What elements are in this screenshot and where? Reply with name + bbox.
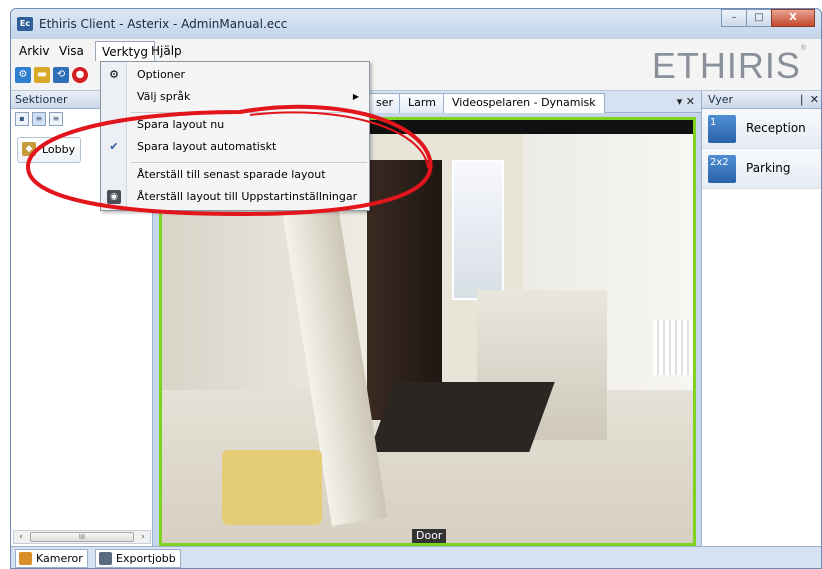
menu-item-label: Återställ layout till Uppstartinställnin… bbox=[137, 190, 358, 203]
views-panel-controls[interactable]: ❘ ✕ bbox=[797, 91, 819, 109]
video-scene-rug bbox=[369, 382, 555, 452]
views-panel: Vyer ❘ ✕ 1 Reception 2x2 Parking bbox=[701, 91, 821, 546]
scroll-right-icon[interactable]: › bbox=[136, 531, 150, 543]
section-item-lobby[interactable]: ◆ Lobby bbox=[17, 137, 81, 163]
gear-icon: ⚙ bbox=[109, 68, 119, 81]
menu-item-aterstall-senast[interactable]: Återställ till senast sparade layout bbox=[101, 164, 369, 186]
section-icon: ◆ bbox=[22, 142, 36, 156]
view-item-label: Parking bbox=[746, 161, 791, 175]
tree-view-icon[interactable]: ▪ bbox=[15, 112, 29, 126]
tab-controls[interactable]: ▾ ✕ bbox=[677, 95, 695, 108]
video-scene-chair bbox=[222, 450, 322, 525]
settings-icon[interactable]: ⚙ bbox=[15, 67, 31, 83]
menu-item-label: Spara layout automatiskt bbox=[137, 140, 277, 153]
camera-caption: Door bbox=[412, 529, 447, 543]
menu-separator bbox=[131, 112, 367, 113]
tab-kameror-label: Kameror bbox=[36, 552, 83, 565]
tab-larm[interactable]: Larm bbox=[399, 93, 445, 113]
view-item-reception[interactable]: 1 Reception bbox=[702, 109, 821, 149]
scroll-left-icon[interactable]: ‹ bbox=[14, 531, 28, 543]
maximize-button[interactable]: □ bbox=[746, 9, 772, 27]
menu-item-spara-layout-nu[interactable]: Spara layout nu bbox=[101, 114, 369, 136]
menu-item-label: Återställ till senast sparade layout bbox=[137, 168, 326, 181]
video-scene-radiator bbox=[653, 320, 693, 375]
folder-icon[interactable]: ▬ bbox=[34, 67, 50, 83]
camera-icon bbox=[19, 552, 32, 565]
minimize-button[interactable]: – bbox=[721, 9, 747, 27]
video-scene-door bbox=[367, 160, 442, 420]
video-scene-window bbox=[452, 160, 504, 300]
grid-view-icon: 2x2 bbox=[708, 155, 736, 183]
views-panel-header: Vyer ❘ ✕ bbox=[702, 91, 821, 109]
close-button[interactable]: X bbox=[771, 9, 815, 27]
scrollbar-thumb[interactable]: III bbox=[30, 532, 134, 542]
ethiris-logo: ETHIRIS® bbox=[651, 45, 807, 86]
window-controls: – □ X bbox=[721, 9, 815, 27]
menu-hjalp[interactable]: Hjälp bbox=[145, 41, 188, 61]
menu-item-valj-sprak[interactable]: Välj språk ▶ bbox=[101, 86, 369, 108]
export-icon bbox=[99, 552, 112, 565]
single-view-icon: 1 bbox=[708, 115, 736, 143]
views-panel-title: Vyer bbox=[708, 93, 734, 106]
section-item-label: Lobby bbox=[42, 143, 76, 156]
record-icon[interactable]: ● bbox=[72, 67, 88, 83]
app-icon: Ec bbox=[17, 17, 33, 31]
view-item-label: Reception bbox=[746, 121, 806, 135]
bottom-tab-strip: Kameror Exportjobb bbox=[11, 546, 821, 568]
view-item-parking[interactable]: 2x2 Parking bbox=[702, 149, 821, 189]
menu-item-label: Optioner bbox=[137, 68, 186, 81]
menu-item-spara-layout-automatiskt[interactable]: ✔ Spara layout automatiskt bbox=[101, 136, 369, 158]
menu-visa[interactable]: Visa bbox=[53, 41, 90, 61]
checkmark-icon: ✔ bbox=[109, 140, 119, 153]
menu-arkiv[interactable]: Arkiv bbox=[13, 41, 56, 61]
menu-item-label: Spara layout nu bbox=[137, 118, 225, 131]
tab-exportjobb[interactable]: Exportjobb bbox=[95, 549, 181, 568]
tab-kameror[interactable]: Kameror bbox=[15, 549, 88, 568]
tab-videospelaren[interactable]: Videospelaren - Dynamisk bbox=[443, 93, 605, 113]
refresh-icon[interactable]: ⟲ bbox=[53, 67, 69, 83]
tab-exportjobb-label: Exportjobb bbox=[116, 552, 176, 565]
toolbar: ⚙ ▬ ⟲ ● bbox=[15, 67, 91, 87]
menu-separator bbox=[131, 162, 367, 163]
verktyg-dropdown-menu: ⚙ Optioner Välj språk ▶ Spara layout nu … bbox=[100, 61, 370, 211]
menu-item-aterstall-uppstart[interactable]: ◉ Återställ layout till Uppstartinställn… bbox=[101, 186, 369, 208]
camera-icon: ◉ bbox=[107, 190, 121, 204]
detail-view-icon[interactable]: ≡ bbox=[49, 112, 63, 126]
submenu-arrow-icon: ▶ bbox=[352, 92, 359, 101]
horizontal-scrollbar[interactable]: ‹ III › bbox=[13, 530, 151, 544]
window-title: Ethiris Client - Asterix - AdminManual.e… bbox=[39, 17, 288, 31]
list-view-icon[interactable]: ≡ bbox=[32, 112, 46, 126]
tab-handelser[interactable]: ser bbox=[369, 93, 401, 113]
menu-item-optioner[interactable]: ⚙ Optioner bbox=[101, 64, 369, 86]
title-bar[interactable]: Ec Ethiris Client - Asterix - AdminManua… bbox=[11, 9, 821, 39]
menu-item-label: Välj språk bbox=[137, 90, 191, 103]
